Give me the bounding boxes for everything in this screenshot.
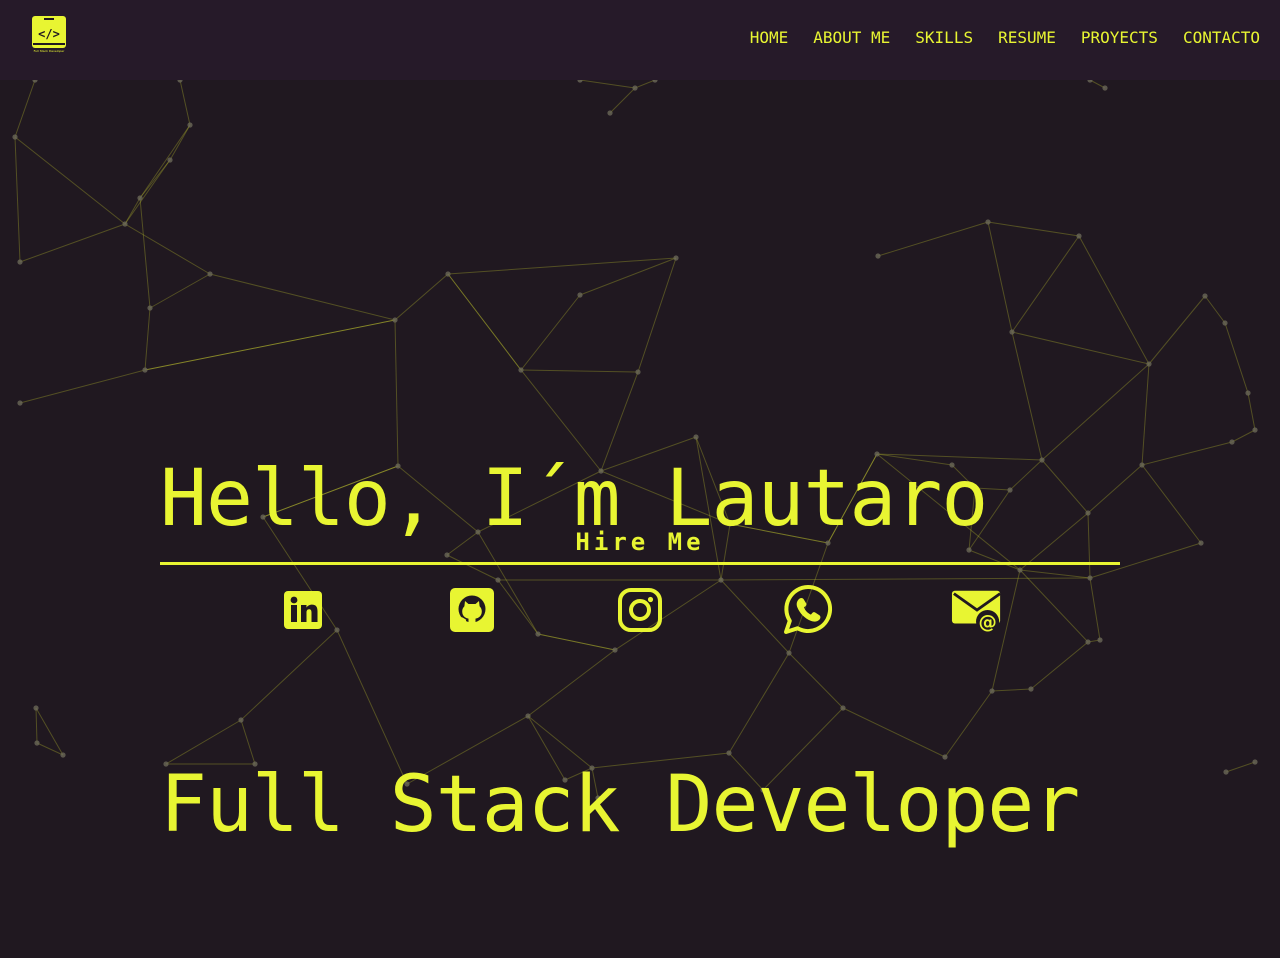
network-node: [147, 305, 153, 311]
network-node: [1252, 759, 1258, 765]
network-node: [1245, 390, 1251, 396]
network-edge: [1224, 322, 1249, 394]
network-node: [142, 367, 148, 373]
network-edge: [1225, 761, 1256, 773]
network-edge: [14, 136, 21, 263]
network-edge: [169, 124, 191, 161]
nav-resume[interactable]: RESUME: [998, 28, 1056, 47]
nav-contacto[interactable]: CONTACTO: [1183, 28, 1260, 47]
network-node: [122, 221, 128, 227]
nav-skills[interactable]: SKILLS: [915, 28, 973, 47]
network-node: [1223, 769, 1229, 775]
network-edge: [634, 79, 656, 89]
whatsapp-icon[interactable]: [782, 584, 834, 636]
network-edge: [179, 79, 191, 126]
network-node: [1202, 293, 1208, 299]
network-edge: [139, 124, 191, 199]
network-node: [33, 705, 39, 711]
network-node: [1102, 85, 1108, 91]
nav-proyects[interactable]: PROYECTS: [1081, 28, 1158, 47]
network-node: [187, 122, 193, 128]
network-node: [1198, 540, 1204, 546]
email-icon[interactable]: @: [951, 584, 1003, 636]
network-node: [167, 157, 173, 163]
logo-icon[interactable]: </> Full Stack Developer: [30, 14, 68, 54]
network-node: [60, 752, 66, 758]
nav-about-me[interactable]: ABOUT ME: [813, 28, 890, 47]
network-edge: [14, 136, 126, 225]
svg-text:@: @: [978, 612, 996, 633]
network-node: [985, 219, 991, 225]
network-edge: [1247, 392, 1256, 431]
network-node: [607, 110, 613, 116]
network-edge: [1231, 429, 1256, 443]
network-node: [137, 195, 143, 201]
network-node: [34, 740, 40, 746]
instagram-icon[interactable]: [614, 584, 666, 636]
network-edge: [14, 79, 36, 138]
github-icon[interactable]: [446, 584, 498, 636]
network-node: [17, 259, 23, 265]
network-edge: [609, 87, 636, 114]
main-nav: HOME ABOUT ME SKILLS RESUME PROYECTS CON…: [750, 28, 1260, 47]
network-edge: [1204, 295, 1226, 324]
network-node: [1252, 427, 1258, 433]
network-node: [12, 134, 18, 140]
network-edge: [35, 707, 38, 744]
network-edge: [19, 369, 146, 404]
network-node: [632, 85, 638, 91]
top-navbar: </> Full Stack Developer HOME ABOUT ME S…: [0, 0, 1280, 80]
logo-caption: Full Stack Developer: [34, 49, 66, 53]
network-node: [17, 400, 23, 406]
hire-me-button[interactable]: Hire Me: [160, 528, 1120, 564]
network-node: [1229, 439, 1235, 445]
network-edge: [124, 159, 171, 225]
linkedin-icon[interactable]: [277, 584, 329, 636]
hire-me-underline: [160, 562, 1120, 565]
network-edge: [139, 197, 151, 309]
network-node: [1222, 320, 1228, 326]
hero-role: Full Stack Developer: [160, 760, 1080, 850]
network-edge: [19, 223, 126, 263]
network-edge: [35, 707, 64, 756]
network-edge: [579, 79, 636, 89]
network-edge: [139, 159, 171, 199]
nav-home[interactable]: HOME: [750, 28, 789, 47]
network-edge: [144, 307, 151, 371]
svg-text:</>: </>: [38, 27, 60, 41]
network-edge: [987, 221, 1080, 237]
network-node: [1076, 233, 1082, 239]
